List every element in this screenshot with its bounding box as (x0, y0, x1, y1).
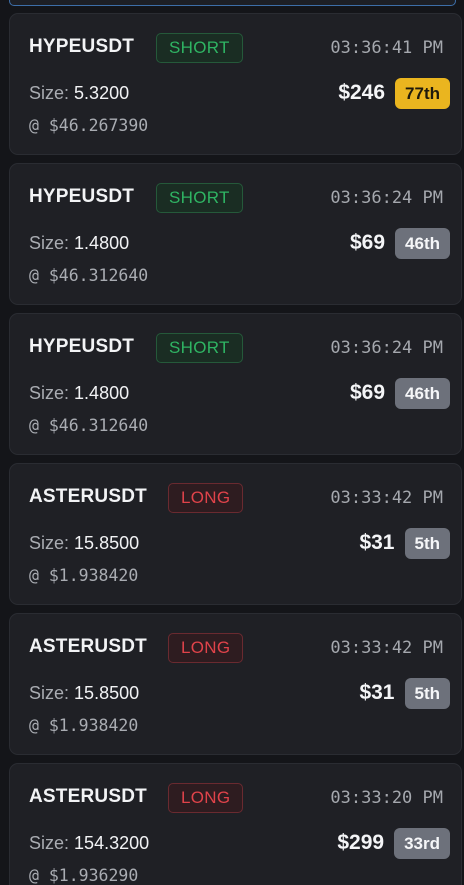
trade-time: 03:33:42 PM (330, 638, 443, 658)
size-value: 5.3200 (74, 83, 130, 103)
trade-card[interactable]: ASTERUSDT LONG 03:33:42 PM Size: 15.8500… (9, 463, 462, 605)
previous-trade-card-edge[interactable] (9, 0, 456, 6)
trade-symbol: ASTERUSDT (29, 636, 147, 657)
side-badge-short: SHORT (156, 33, 243, 63)
trade-card[interactable]: ASTERUSDT LONG 03:33:42 PM Size: 15.8500… (9, 613, 462, 755)
notional-group: $246 77th (338, 77, 450, 109)
fill-price: @ $46.267390 (29, 116, 149, 135)
rank-badge: 5th (404, 677, 450, 709)
notional-group: $69 46th (350, 377, 450, 409)
notional-group: $31 5th (359, 677, 450, 709)
rank-badge: 77th (395, 77, 450, 109)
size-label: Size: (29, 233, 70, 253)
trade-symbol: HYPEUSDT (29, 186, 135, 207)
side-badge-short: SHORT (156, 333, 243, 363)
size-value: 1.4800 (74, 383, 130, 403)
size-value: 154.3200 (74, 833, 150, 853)
side-badge-long: LONG (168, 483, 244, 513)
rank-badge: 5th (404, 527, 450, 559)
size-row: Size: 1.4800 (29, 383, 129, 404)
size-label: Size: (29, 833, 70, 853)
notional-usd: $69 (349, 381, 386, 404)
size-value: 15.8500 (74, 683, 140, 703)
fill-price: @ $1.938420 (29, 716, 139, 735)
trade-time: 03:36:24 PM (330, 188, 443, 208)
notional-usd: $31 (359, 531, 395, 554)
notional-group: $31 5th (359, 527, 450, 559)
trade-time: 03:33:20 PM (330, 788, 443, 808)
size-row: Size: 15.8500 (29, 533, 139, 554)
trade-symbol: ASTERUSDT (29, 786, 147, 807)
fill-price: @ $1.938420 (29, 566, 139, 585)
trade-card[interactable]: ASTERUSDT LONG 03:33:20 PM Size: 154.320… (9, 763, 462, 885)
size-value: 15.8500 (74, 533, 140, 553)
trade-time: 03:36:24 PM (330, 338, 443, 358)
size-row: Size: 154.3200 (29, 833, 149, 854)
rank-badge: 46th (395, 227, 450, 259)
trade-time: 03:33:42 PM (330, 488, 443, 508)
trade-card[interactable]: HYPEUSDT SHORT 03:36:24 PM Size: 1.4800 … (9, 313, 462, 455)
trade-symbol: ASTERUSDT (29, 486, 147, 507)
side-badge-short: SHORT (156, 183, 243, 213)
size-label: Size: (29, 83, 70, 103)
notional-usd: $31 (359, 681, 395, 704)
notional-usd: $69 (349, 231, 386, 254)
trade-symbol: HYPEUSDT (29, 36, 135, 57)
size-label: Size: (29, 533, 70, 553)
size-label: Size: (29, 383, 70, 403)
notional-usd: $299 (337, 831, 385, 854)
trade-card[interactable]: HYPEUSDT SHORT 03:36:24 PM Size: 1.4800 … (9, 163, 462, 305)
notional-group: $299 33rd (337, 827, 450, 859)
fill-price: @ $46.312640 (29, 266, 149, 285)
fill-price: @ $46.312640 (29, 416, 149, 435)
notional-group: $69 46th (350, 227, 450, 259)
size-row: Size: 1.4800 (29, 233, 129, 254)
fill-price: @ $1.936290 (29, 866, 139, 885)
size-label: Size: (29, 683, 70, 703)
trade-time: 03:36:41 PM (330, 38, 443, 58)
side-badge-long: LONG (168, 633, 244, 663)
rank-badge: 46th (395, 377, 450, 409)
size-value: 1.4800 (74, 233, 130, 253)
side-badge-long: LONG (168, 783, 244, 813)
rank-badge: 33rd (394, 827, 450, 859)
size-row: Size: 15.8500 (29, 683, 139, 704)
notional-usd: $246 (338, 81, 386, 104)
size-row: Size: 5.3200 (29, 83, 129, 104)
trade-card[interactable]: HYPEUSDT SHORT 03:36:41 PM Size: 5.3200 … (9, 13, 462, 155)
trade-symbol: HYPEUSDT (29, 336, 135, 357)
